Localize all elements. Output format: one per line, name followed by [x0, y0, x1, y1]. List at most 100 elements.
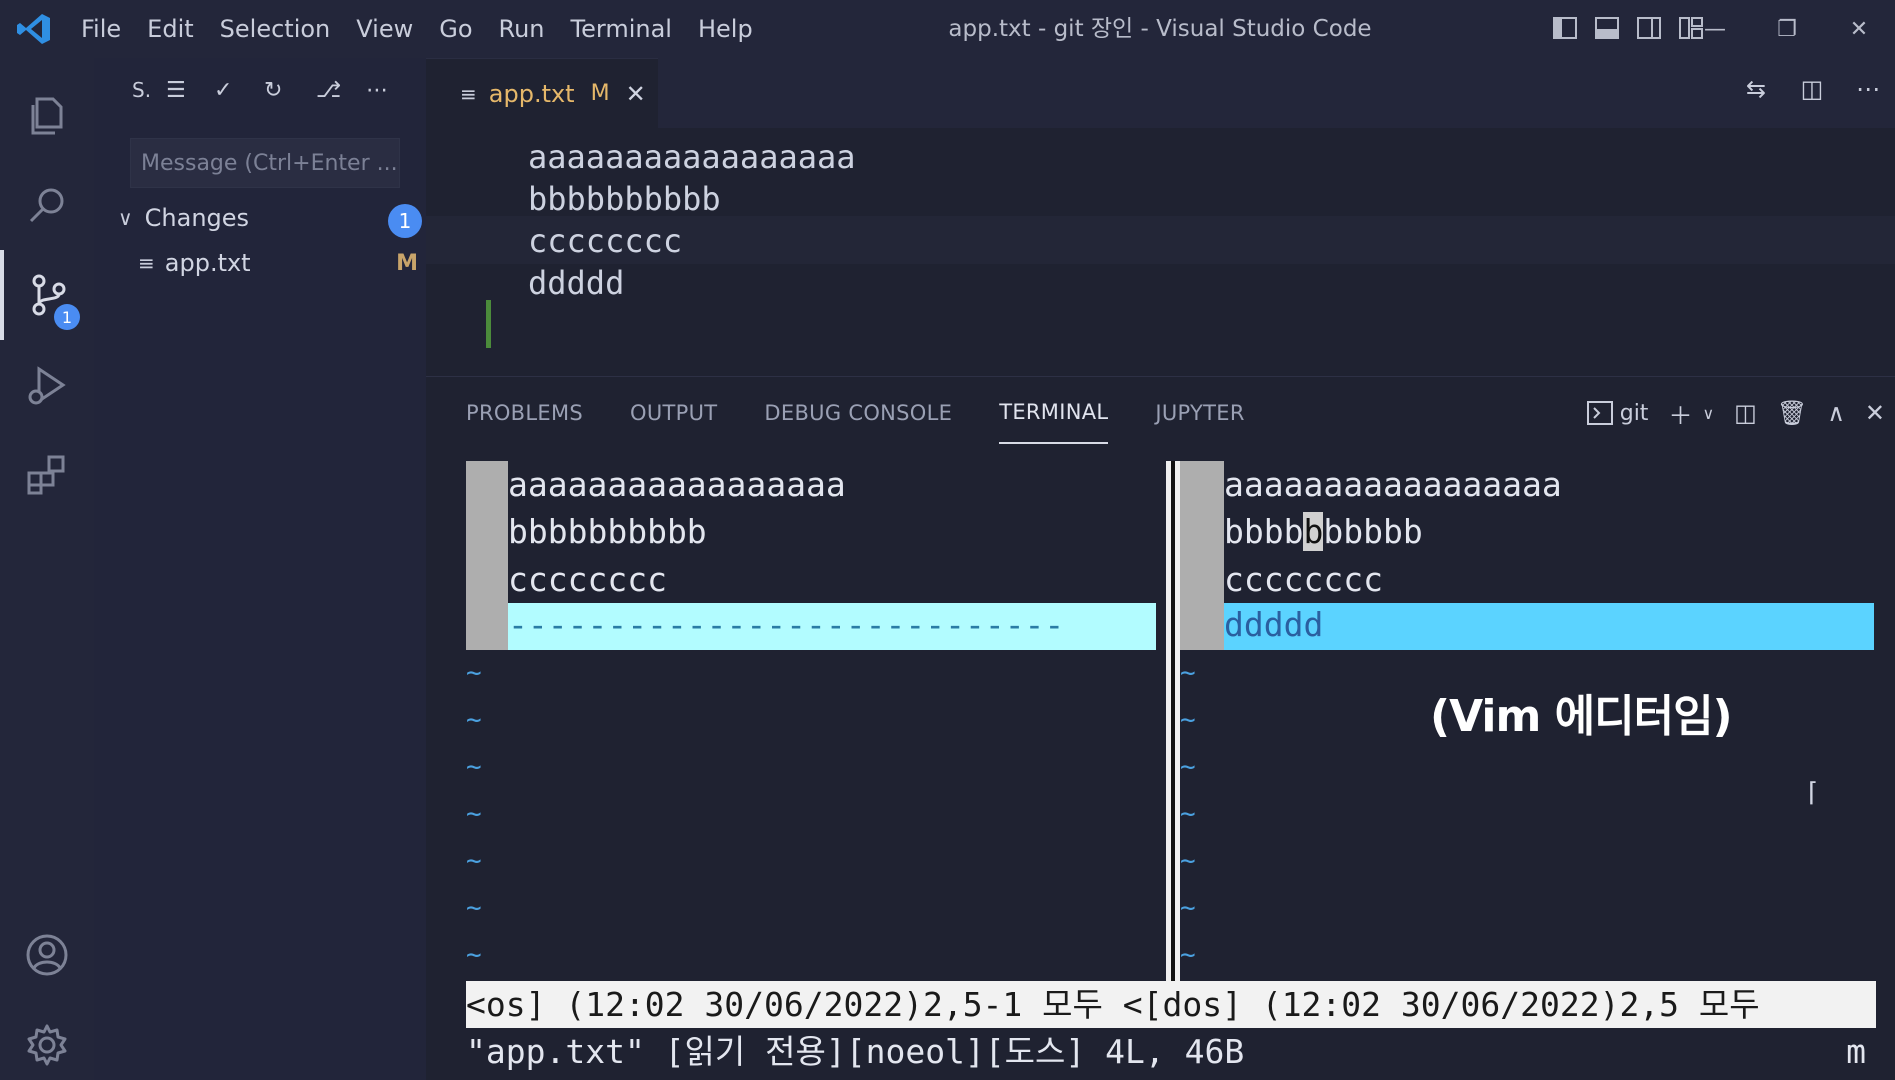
tab-debug-console[interactable]: DEBUG CONSOLE: [764, 381, 952, 443]
menu-bar: File Edit Selection View Go Run Terminal…: [68, 0, 766, 58]
close-icon[interactable]: ✕: [1865, 399, 1885, 427]
close-icon[interactable]: ✕: [626, 80, 646, 108]
vim-empty-line: ~: [1180, 799, 1196, 829]
vim-empty-line: ~: [466, 940, 482, 970]
source-control-sidebar: S. ☰ ✓ ↻ ⎇ ⋯ ∨ Changes 1 ≡ app.txt M: [94, 58, 426, 1080]
vim-empty-line: ~: [1180, 940, 1196, 970]
code-line: ddddd: [528, 264, 625, 302]
more-actions-icon[interactable]: ⋯: [366, 78, 388, 103]
editor-area: ≡ app.txt M ✕ ⇆ ◫ ⋯ aaaaaaaaaaaaaaaaa bb…: [426, 58, 1895, 376]
minimize-icon[interactable]: —: [1679, 0, 1751, 58]
panel-actions: git ＋ ∨ ◫ 🗑 ∧ ✕: [1576, 395, 1895, 431]
vim-left-pane: aaaaaaaaaaaaaaaaa bbbbbbbbbb cccccccc --…: [466, 461, 1166, 981]
vim-empty-line: ~: [1180, 893, 1196, 923]
new-terminal-icon[interactable]: ＋: [1668, 396, 1692, 431]
vim-empty-line: ~: [1180, 752, 1196, 782]
vim-command-line: "app.txt" [읽기 전용][noeol][도스] 4L, 46B: [466, 1032, 1245, 1071]
added-line-gutter-mark: [486, 300, 491, 348]
menu-run[interactable]: Run: [486, 0, 558, 58]
chevron-down-icon: ∨: [118, 206, 133, 230]
menu-view[interactable]: View: [343, 0, 426, 58]
source-control-icon[interactable]: 1: [0, 250, 94, 340]
branch-graph-icon[interactable]: ⎇: [316, 78, 341, 103]
chevron-down-icon[interactable]: ∨: [1702, 404, 1714, 423]
menu-file[interactable]: File: [68, 0, 134, 58]
title-bar: File Edit Selection View Go Run Terminal…: [0, 0, 1895, 58]
vim-text: bbbbb: [1323, 512, 1423, 551]
tab-problems[interactable]: PROBLEMS: [466, 381, 583, 443]
vim-empty-line: ~: [466, 893, 482, 923]
trash-icon[interactable]: 🗑: [1777, 399, 1807, 427]
open-changes-icon[interactable]: ⇆: [1739, 72, 1773, 106]
refresh-icon[interactable]: ↻: [264, 78, 282, 103]
split-editor-icon[interactable]: ◫: [1795, 72, 1829, 106]
explorer-icon[interactable]: [0, 70, 94, 160]
restore-icon[interactable]: ❐: [1751, 0, 1823, 58]
vim-line: aaaaaaaaaaaaaaaaa: [508, 465, 846, 504]
text-file-icon: ≡: [138, 251, 155, 275]
menu-go[interactable]: Go: [426, 0, 485, 58]
menu-help[interactable]: Help: [685, 0, 766, 58]
toggle-panel-icon[interactable]: [1593, 14, 1621, 42]
text-cursor-icon: ⌈: [1808, 778, 1819, 808]
close-icon[interactable]: ✕: [1823, 0, 1895, 58]
menu-terminal[interactable]: Terminal: [558, 0, 685, 58]
tab-terminal[interactable]: TERMINAL: [999, 380, 1109, 444]
tab-jupyter[interactable]: JUPYTER: [1155, 381, 1244, 443]
run-debug-icon[interactable]: [0, 340, 94, 430]
vim-empty-line: ~: [1180, 705, 1196, 735]
vim-status-line: <os] (12:02 30/06/2022)2,5-1 모두 <[dos] (…: [466, 981, 1876, 1028]
vim-text: bbbb: [1224, 512, 1304, 551]
toggle-primary-sidebar-icon[interactable]: [1551, 14, 1579, 42]
more-actions-icon[interactable]: ⋯: [1851, 72, 1885, 106]
vim-empty-line: ~: [466, 705, 482, 735]
tab-label: app.txt: [488, 79, 575, 108]
scm-title: S.: [132, 78, 152, 102]
commit-check-icon[interactable]: ✓: [214, 78, 232, 103]
changed-file-item[interactable]: ≡ app.txt M: [138, 242, 418, 284]
vim-empty-line: ~: [466, 799, 482, 829]
tab-modified-status: M: [590, 81, 610, 106]
vim-empty-line: ~: [466, 658, 482, 688]
vscode-logo-icon: [17, 14, 50, 44]
vim-vertical-split[interactable]: [1166, 461, 1180, 981]
changes-label: Changes: [144, 204, 250, 232]
view-as-tree-icon[interactable]: ☰: [166, 78, 186, 103]
account-icon[interactable]: [0, 910, 94, 1000]
video-caption: (Vim 에디터임): [1430, 691, 1733, 742]
search-icon[interactable]: [0, 160, 94, 250]
terminal-vim-diff[interactable]: aaaaaaaaaaaaaaaaa bbbbbbbbbb cccccccc --…: [466, 461, 1876, 1080]
split-line: [1171, 461, 1175, 981]
vim-empty-line: ~: [466, 846, 482, 876]
changes-count-badge: 1: [388, 204, 422, 238]
maximize-panel-icon[interactable]: ∧: [1827, 399, 1845, 427]
vim-empty-line: ~: [1180, 658, 1196, 688]
split-terminal-icon[interactable]: ◫: [1734, 399, 1757, 427]
scm-badge: 1: [54, 304, 80, 330]
vim-line: cccccccc: [1224, 560, 1383, 599]
terminal-selector[interactable]: git: [1586, 399, 1649, 427]
terminal-icon: [1586, 401, 1613, 425]
panel-tabs: PROBLEMS OUTPUT DEBUG CONSOLE TERMINAL J…: [466, 377, 1245, 447]
vim-line: cccccccc: [508, 560, 667, 599]
editor-actions: ⇆ ◫ ⋯: [1739, 72, 1895, 106]
changes-group-header[interactable]: ∨ Changes 1: [118, 196, 422, 240]
vim-empty-line: ~: [466, 752, 482, 782]
vim-line: bbbbbbbbbb: [508, 512, 707, 551]
tab-output[interactable]: OUTPUT: [630, 381, 717, 443]
window-title: app.txt - git 장인 - Visual Studio Code: [948, 16, 1372, 42]
vim-command-line-right: m: [1846, 1032, 1866, 1071]
fold-column: [1180, 461, 1224, 650]
vim-filler-line: ----------------------------: [508, 603, 1156, 650]
menu-selection[interactable]: Selection: [207, 0, 344, 58]
extensions-icon[interactable]: [0, 430, 94, 520]
scm-toolbar: S. ☰ ✓ ↻ ⎇ ⋯: [94, 58, 426, 128]
activity-bar: 1: [0, 58, 94, 1080]
settings-gear-icon[interactable]: [0, 1000, 94, 1080]
editor-tab-app-txt[interactable]: ≡ app.txt M ✕: [426, 58, 658, 128]
menu-edit[interactable]: Edit: [134, 0, 206, 58]
terminal-name: git: [1619, 400, 1649, 426]
toggle-secondary-sidebar-icon[interactable]: [1635, 14, 1663, 42]
commit-message-input[interactable]: [130, 138, 400, 188]
vim-cursor: b: [1303, 512, 1324, 551]
